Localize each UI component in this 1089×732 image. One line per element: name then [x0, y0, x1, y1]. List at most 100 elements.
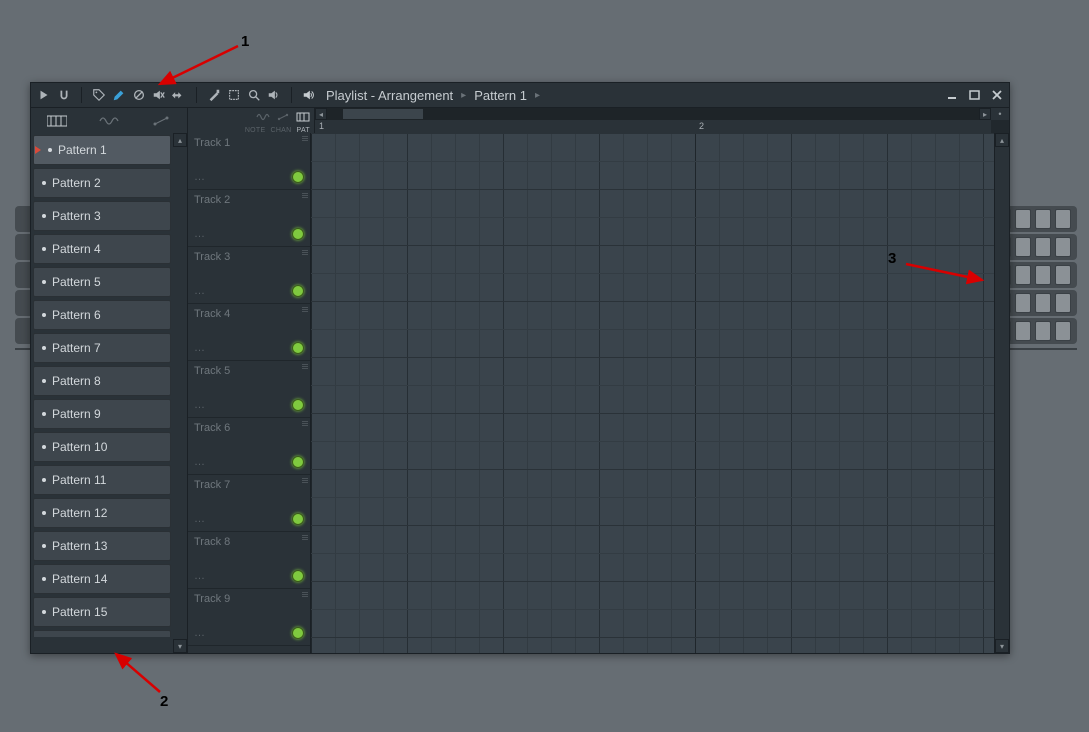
- scroll-up-icon[interactable]: ▴: [995, 133, 1009, 147]
- track-menu-icon[interactable]: …: [194, 513, 207, 525]
- track-menu-icon[interactable]: …: [194, 285, 207, 297]
- magnet-icon[interactable]: [57, 88, 71, 102]
- play-icon[interactable]: [37, 88, 51, 102]
- track-menu-icon[interactable]: …: [194, 456, 207, 468]
- scroll-down-icon[interactable]: ▾: [995, 639, 1009, 653]
- nosymbol-icon[interactable]: [132, 88, 146, 102]
- track-menu-icon[interactable]: …: [194, 171, 207, 183]
- track-enable-indicator[interactable]: [292, 342, 304, 354]
- tag-icon[interactable]: [92, 88, 106, 102]
- pattern-item[interactable]: Pattern 14: [33, 564, 171, 594]
- track-header[interactable]: Track 5 …: [188, 361, 310, 418]
- track-resize-handle[interactable]: [299, 363, 309, 373]
- track-resize-handle[interactable]: [299, 534, 309, 544]
- speaker-icon[interactable]: [302, 88, 316, 102]
- track-resize-handle[interactable]: [299, 591, 309, 601]
- track-header[interactable]: Track 9…: [188, 589, 310, 646]
- track-name: Track 3: [194, 251, 230, 263]
- track-menu-icon[interactable]: …: [194, 627, 207, 639]
- timeline-ruler[interactable]: 1 2: [315, 120, 991, 134]
- annotation-label-3: 3: [888, 250, 896, 267]
- pattern-item[interactable]: Pattern 2: [33, 168, 171, 198]
- pattern-item[interactable]: Pattern 10: [33, 432, 171, 462]
- paint-icon[interactable]: [112, 88, 126, 102]
- pattern-item[interactable]: Pattern 15: [33, 597, 171, 627]
- scroll-down-icon[interactable]: ▾: [173, 639, 187, 653]
- bullet-icon: [48, 148, 52, 152]
- track-menu-icon[interactable]: …: [194, 399, 207, 411]
- pattern-item-label: Pattern 1: [58, 143, 107, 157]
- zoom-icon[interactable]: [247, 88, 261, 102]
- track-enable-indicator[interactable]: [292, 456, 304, 468]
- pattern-list: Pattern 1Pattern 2Pattern 3Pattern 4Patt…: [33, 135, 171, 637]
- pattern-item[interactable]: Pattern 4: [33, 234, 171, 264]
- track-enable-indicator[interactable]: [292, 570, 304, 582]
- minimize-button[interactable]: [947, 89, 959, 101]
- wave-icon[interactable]: [256, 109, 270, 127]
- bullet-icon: [42, 181, 46, 185]
- track-resize-handle[interactable]: [299, 477, 309, 487]
- track-header[interactable]: Track 8…: [188, 532, 310, 589]
- track-menu-icon[interactable]: …: [194, 570, 207, 582]
- automation-icon[interactable]: [276, 109, 290, 127]
- track-name: Track 7: [194, 479, 230, 491]
- track-header[interactable]: Track 6…: [188, 418, 310, 475]
- knife-icon[interactable]: [207, 88, 221, 102]
- pattern-item[interactable]: Pattern 6: [33, 300, 171, 330]
- track-header[interactable]: Track 7 …: [188, 475, 310, 532]
- track-resize-handle[interactable]: [299, 420, 309, 430]
- scroll-thumb[interactable]: [343, 109, 423, 119]
- track-enable-indicator[interactable]: [292, 171, 304, 183]
- breadcrumb-playlist[interactable]: Playlist - Arrangement: [326, 88, 453, 103]
- titlebar[interactable]: Playlist - Arrangement ▸ Pattern 1 ▸: [31, 83, 1009, 108]
- harrows-icon[interactable]: [172, 88, 186, 102]
- pattern-item[interactable]: Pattern 1: [33, 135, 171, 165]
- annotation-arrow-2: [108, 648, 168, 698]
- track-resize-handle[interactable]: [299, 135, 309, 145]
- track-resize-handle[interactable]: [299, 306, 309, 316]
- track-enable-indicator[interactable]: [292, 513, 304, 525]
- wave-tab-icon[interactable]: [93, 111, 125, 131]
- track-name: Track 5: [194, 365, 230, 377]
- track-resize-handle[interactable]: [299, 192, 309, 202]
- pattern-item-label: Pattern 9: [52, 407, 101, 421]
- track-menu-icon[interactable]: …: [194, 228, 207, 240]
- track-header[interactable]: Track 2…: [188, 190, 310, 247]
- track-enable-indicator[interactable]: [292, 627, 304, 639]
- pattern-view-tabs: [31, 108, 188, 134]
- volume-icon[interactable]: [267, 88, 281, 102]
- track-header[interactable]: Track 3 …: [188, 247, 310, 304]
- pianoroll-tab-icon[interactable]: [41, 111, 73, 131]
- track-header[interactable]: Track 4…: [188, 304, 310, 361]
- pattern-icon[interactable]: [296, 109, 310, 127]
- pattern-item[interactable]: Pattern 12: [33, 498, 171, 528]
- scroll-up-icon[interactable]: ▴: [173, 133, 187, 147]
- vertical-scrollbar[interactable]: ▴ ▾: [994, 133, 1009, 653]
- horizontal-scrollbar[interactable]: ◂ ▸: [315, 108, 991, 120]
- arrangement-grid[interactable]: [311, 133, 995, 653]
- track-menu-icon[interactable]: …: [194, 342, 207, 354]
- automation-tab-icon[interactable]: [145, 111, 177, 131]
- ruler-mark: 1: [319, 121, 324, 131]
- track-enable-indicator[interactable]: [292, 228, 304, 240]
- pattern-item[interactable]: Pattern 9: [33, 399, 171, 429]
- breadcrumb-pattern[interactable]: Pattern 1: [474, 88, 527, 103]
- pattern-item[interactable]: Pattern 3: [33, 201, 171, 231]
- pattern-item[interactable]: Pattern 11: [33, 465, 171, 495]
- pattern-item-label: Pattern 2: [52, 176, 101, 190]
- pattern-item[interactable]: Pattern 7: [33, 333, 171, 363]
- pattern-item[interactable]: Pattern 5: [33, 267, 171, 297]
- mute-icon[interactable]: [152, 88, 166, 102]
- track-enable-indicator[interactable]: [292, 399, 304, 411]
- select-icon[interactable]: [227, 88, 241, 102]
- close-button[interactable]: [991, 89, 1003, 101]
- track-header[interactable]: Track 1…: [188, 133, 310, 190]
- track-enable-indicator[interactable]: [292, 285, 304, 297]
- scroll-left-icon[interactable]: ◂: [315, 108, 327, 120]
- pattern-item[interactable]: Pattern 13: [33, 531, 171, 561]
- pattern-item[interactable]: Pattern 8: [33, 366, 171, 396]
- zoom-corner[interactable]: •: [990, 108, 1009, 120]
- maximize-button[interactable]: [969, 89, 981, 101]
- track-resize-handle[interactable]: [299, 249, 309, 259]
- pattern-item[interactable]: Pattern 16: [33, 630, 171, 637]
